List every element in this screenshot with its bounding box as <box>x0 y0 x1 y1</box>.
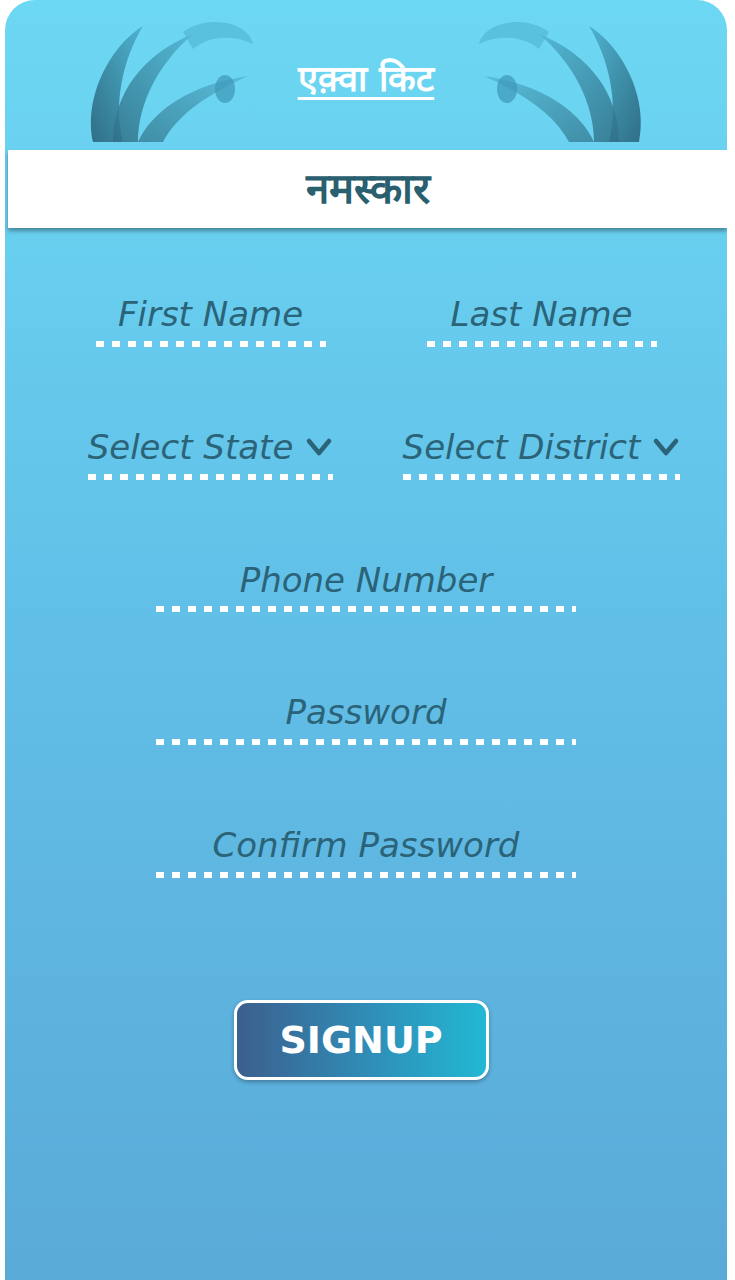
field-label: Phone Number <box>240 560 493 601</box>
input-field[interactable]: Confirm Password <box>156 825 576 878</box>
signup-form: First Name Last Name Select State Select Di… <box>5 228 727 878</box>
field-label-line: Password <box>286 692 447 733</box>
input-field[interactable]: First Name <box>96 294 326 347</box>
input-field[interactable]: Phone Number <box>156 560 576 613</box>
chevron-down-icon <box>652 436 680 458</box>
field-label: Confirm Password <box>213 825 520 866</box>
field-label: Select State <box>88 427 294 468</box>
field-label: Password <box>286 692 447 733</box>
field-underline <box>427 341 657 347</box>
field-label-line: First Name <box>118 294 303 335</box>
signup-card: एक़्वा किट नमस्कार First Name Last Name Sele… <box>5 0 727 1280</box>
chevron-down-icon <box>305 436 333 458</box>
form-row: Confirm Password <box>5 825 727 878</box>
field-label: First Name <box>118 294 303 335</box>
greeting: नमस्कार <box>306 160 430 219</box>
form-row: First Name Last Name <box>5 294 727 347</box>
field-label-line: Confirm Password <box>213 825 520 866</box>
field-underline <box>156 606 576 612</box>
form-row: Phone Number <box>5 560 727 613</box>
select-field[interactable]: Select State <box>88 427 334 480</box>
field-label-line: Select State <box>88 427 334 468</box>
input-field[interactable]: Password <box>156 692 576 745</box>
app-title: एक़्वा किट <box>294 54 439 104</box>
input-field[interactable]: Last Name <box>427 294 657 347</box>
field-label-line: Last Name <box>451 294 633 335</box>
field-underline <box>156 739 576 745</box>
form-row: Password <box>5 692 727 745</box>
swirl-icon <box>83 14 258 144</box>
swirl-icon <box>474 14 649 144</box>
button-row: SIGNUP <box>5 1000 727 1080</box>
field-label-line: Select District <box>403 427 681 468</box>
field-underline <box>156 872 576 878</box>
field-label: Select District <box>403 427 641 468</box>
signup-button[interactable]: SIGNUP <box>234 1000 489 1080</box>
greeting-band: नमस्कार <box>8 150 727 228</box>
field-label: Last Name <box>451 294 633 335</box>
field-underline <box>96 341 326 347</box>
field-underline <box>403 474 681 480</box>
select-field[interactable]: Select District <box>403 427 681 480</box>
form-row: Select State Select District <box>5 427 727 480</box>
field-label-line: Phone Number <box>240 560 493 601</box>
header: एक़्वा किट <box>5 0 727 150</box>
field-underline <box>88 474 334 480</box>
